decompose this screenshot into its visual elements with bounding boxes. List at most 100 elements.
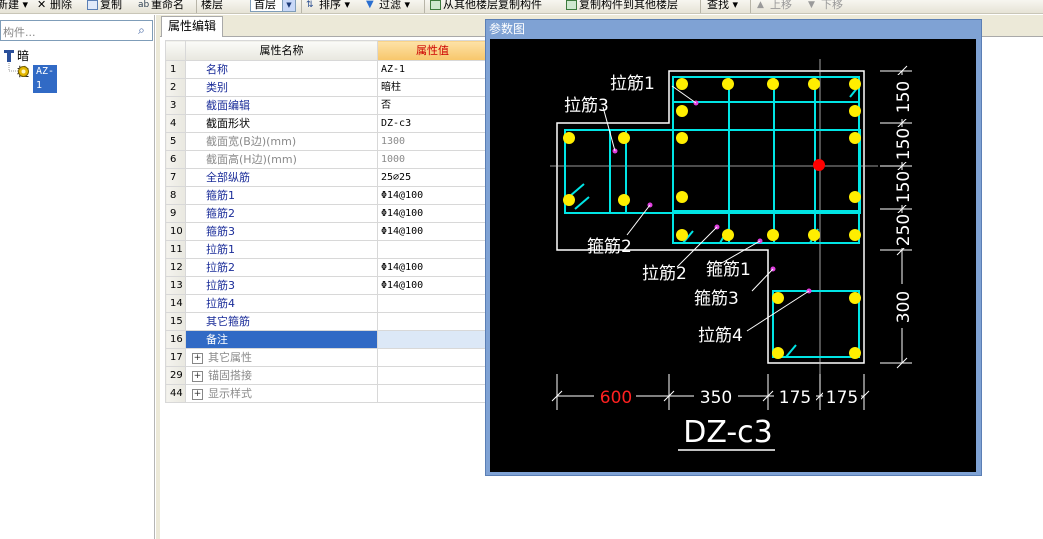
property-name-header[interactable]: 属性名称 — [185, 40, 378, 61]
table-row[interactable]: 3 截面编辑 否 — [165, 96, 488, 115]
property-value-header[interactable]: 属性值 — [377, 40, 488, 61]
property-name-cell[interactable]: 截面高(H边)(mm) — [185, 150, 378, 169]
property-name-cell[interactable]: 截面宽(B边)(mm) — [185, 132, 378, 151]
longitudinal-bar — [676, 229, 688, 241]
property-value-cell[interactable] — [377, 348, 488, 367]
tab-property-edit[interactable]: 属性编辑 — [161, 16, 223, 37]
row-number: 9 — [165, 204, 186, 223]
find-button[interactable]: 查找 ▾ — [707, 0, 738, 13]
longitudinal-bar — [849, 105, 861, 117]
property-name-cell[interactable]: 拉筋3 — [185, 276, 378, 295]
label-tie-4: 拉筋4 — [698, 326, 743, 346]
component-search-box[interactable]: 构件... ⌕ — [0, 20, 153, 41]
chevron-down-icon[interactable]: ▼ — [282, 0, 295, 11]
floor-select[interactable]: 首层 ▼ — [250, 0, 296, 12]
table-row[interactable]: 9 箍筋2 Φ14@100 — [165, 204, 488, 223]
move-down-button[interactable]: ▼ 下移 — [808, 0, 843, 13]
copy-to-floor-icon — [566, 0, 577, 10]
property-name-cell[interactable]: 箍筋2 — [185, 204, 378, 223]
move-up-button[interactable]: ▲ 上移 — [757, 0, 792, 13]
table-row[interactable]: 10 箍筋3 Φ14@100 — [165, 222, 488, 241]
property-value-cell[interactable] — [377, 366, 488, 385]
expand-plus-icon[interactable]: + — [192, 388, 203, 400]
table-row[interactable]: 6 截面高(H边)(mm) 1000 — [165, 150, 488, 169]
longitudinal-bar — [849, 78, 861, 90]
copy-from-floor-button[interactable]: 从其他楼层复制构件 — [430, 0, 542, 13]
property-name-cell[interactable]: 全部纵筋 — [185, 168, 378, 187]
property-value-cell[interactable] — [377, 294, 488, 313]
property-value-cell[interactable] — [377, 330, 488, 349]
table-row[interactable]: 13 拉筋3 Φ14@100 — [165, 276, 488, 295]
table-row[interactable]: 11 拉筋1 — [165, 240, 488, 259]
property-name-text: 备注 — [206, 333, 228, 346]
property-name-cell[interactable]: 拉筋4 — [185, 294, 378, 313]
table-row[interactable]: 15 其它箍筋 — [165, 312, 488, 331]
table-row[interactable]: 2 类别 暗柱 — [165, 78, 488, 97]
property-name-cell[interactable]: 箍筋1 — [185, 186, 378, 205]
property-name-text: 名称 — [206, 63, 228, 76]
table-row[interactable]: 44 + 显示样式 — [165, 384, 488, 403]
copy-from-floor-icon — [430, 0, 441, 10]
property-value-cell[interactable]: 1000 — [377, 150, 488, 169]
property-name-cell[interactable]: 备注 — [185, 330, 378, 349]
property-name-cell[interactable]: + 其它属性 — [185, 348, 378, 367]
property-name-cell[interactable]: + 锚固搭接 — [185, 366, 378, 385]
copy-to-floor-button[interactable]: 复制构件到其他楼层 — [566, 0, 678, 13]
search-icon[interactable]: ⌕ — [132, 22, 151, 39]
property-name-cell[interactable]: 截面形状 — [185, 114, 378, 133]
property-value-cell[interactable]: Φ14@100 — [377, 276, 488, 295]
property-name-cell[interactable]: 箍筋3 — [185, 222, 378, 241]
table-row[interactable]: 16 备注 — [165, 330, 488, 349]
dimension-label: 150 — [894, 171, 914, 203]
property-value-cell[interactable] — [377, 384, 488, 403]
longitudinal-bar — [676, 105, 688, 117]
property-name-cell[interactable]: 拉筋1 — [185, 240, 378, 259]
property-name-cell[interactable]: 名称 — [185, 60, 378, 79]
table-row[interactable]: 1 名称 AZ-1 — [165, 60, 488, 79]
longitudinal-bar — [676, 191, 688, 203]
property-name-cell[interactable]: 其它箍筋 — [185, 312, 378, 331]
expand-plus-icon[interactable]: + — [192, 352, 203, 364]
table-row[interactable]: 5 截面宽(B边)(mm) 1300 — [165, 132, 488, 151]
property-name-cell[interactable]: 拉筋2 — [185, 258, 378, 277]
property-name-cell[interactable]: 类别 — [185, 78, 378, 97]
property-value-cell[interactable]: 否 — [377, 96, 488, 115]
search-input[interactable]: 构件... — [3, 24, 36, 40]
property-value-cell[interactable]: Φ14@100 — [377, 186, 488, 205]
property-value-cell[interactable]: Φ14@100 — [377, 204, 488, 223]
sort-button[interactable]: ⇅ 排序 ▾ — [306, 0, 350, 13]
table-row[interactable]: 12 拉筋2 Φ14@100 — [165, 258, 488, 277]
filter-button[interactable]: ▼ 过滤 ▾ — [366, 0, 410, 13]
rename-button[interactable]: ab 重命名 — [138, 0, 184, 13]
table-row[interactable]: 29 + 锚固搭接 — [165, 366, 488, 385]
dimension-label: 600 — [600, 388, 632, 408]
table-row[interactable]: 7 全部纵筋 25⌀25 — [165, 168, 488, 187]
property-value-cell[interactable]: 暗柱 — [377, 78, 488, 97]
property-value-cell[interactable] — [377, 240, 488, 259]
property-value-cell[interactable]: Φ14@100 — [377, 222, 488, 241]
property-name-cell[interactable]: + 显示样式 — [185, 384, 378, 403]
copy-button[interactable]: 复制 — [87, 0, 122, 13]
component-tree-panel: 构件... ⌕ 暗柱 AZ-1 — [0, 15, 155, 539]
tree-node-label: AZ-1 — [33, 65, 58, 93]
new-button[interactable]: 新建 ▾ — [0, 0, 28, 13]
row-number-header — [165, 40, 186, 61]
dimension-label: 150 — [894, 81, 914, 113]
property-name-cell[interactable]: 截面编辑 — [185, 96, 378, 115]
property-value-cell[interactable]: AZ-1 — [377, 60, 488, 79]
table-row[interactable]: 8 箍筋1 Φ14@100 — [165, 186, 488, 205]
property-value-cell[interactable]: DZ-c3 — [377, 114, 488, 133]
table-row[interactable]: 4 截面形状 DZ-c3 — [165, 114, 488, 133]
property-value-cell[interactable] — [377, 312, 488, 331]
row-number: 10 — [165, 222, 186, 241]
property-name-text: 拉筋2 — [206, 261, 235, 274]
property-value-cell[interactable]: 25⌀25 — [377, 168, 488, 187]
table-row[interactable]: 17 + 其它属性 — [165, 348, 488, 367]
expand-plus-icon[interactable]: + — [192, 370, 203, 382]
table-row[interactable]: 14 拉筋4 — [165, 294, 488, 313]
longitudinal-bar — [849, 191, 861, 203]
property-value-cell[interactable]: Φ14@100 — [377, 258, 488, 277]
section-name-label: DZ-c3 — [683, 415, 773, 450]
property-value-cell[interactable]: 1300 — [377, 132, 488, 151]
delete-button[interactable]: ✕ 删除 — [37, 0, 72, 13]
